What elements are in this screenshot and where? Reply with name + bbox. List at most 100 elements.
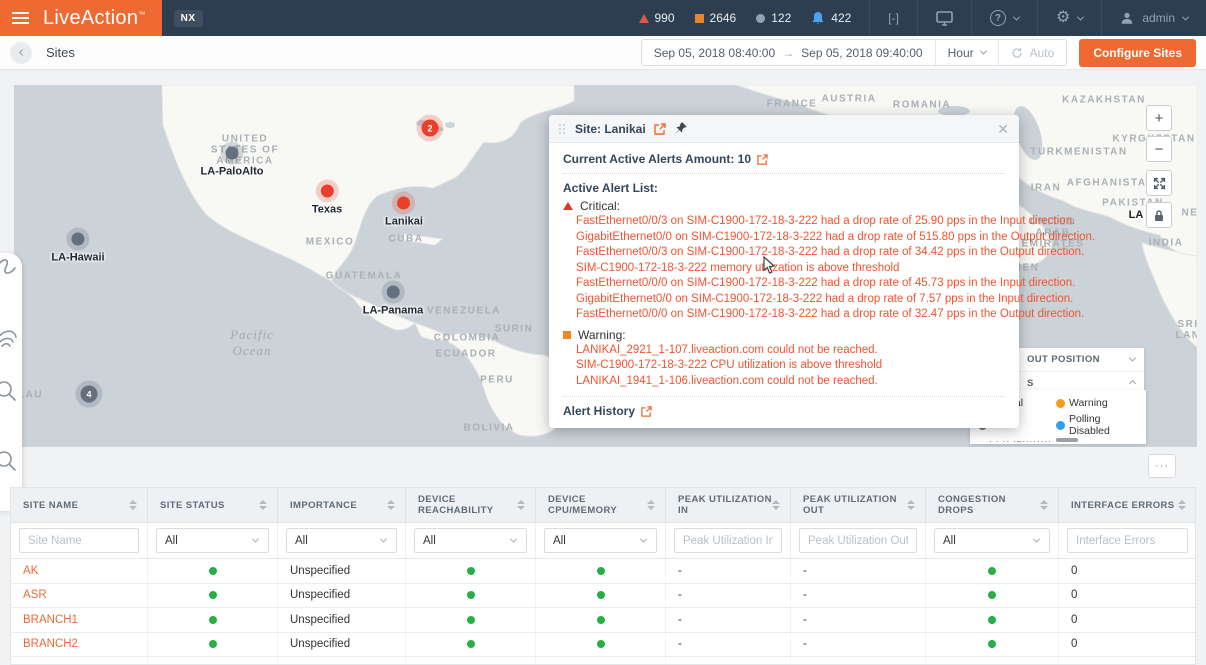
sort-icon[interactable] <box>387 500 395 510</box>
popup-header[interactable]: Site: Lanikai ✕ <box>549 115 1019 143</box>
marker-label: LA-Panama <box>363 305 424 317</box>
sort-icon[interactable] <box>647 500 655 510</box>
site-link[interactable]: BRANCH2 <box>23 638 78 650</box>
site-marker-texas[interactable]: Texas <box>312 185 342 216</box>
alert-stats-group: 990 2646 122 422 <box>621 0 870 36</box>
zoom-out-tool-icon[interactable] <box>0 452 15 470</box>
signal-tool-icon[interactable] <box>0 331 16 346</box>
auto-refresh-toggle[interactable]: Auto <box>998 40 1067 65</box>
hamburger-menu-icon[interactable] <box>10 8 31 28</box>
column-header-peak_utilization_out[interactable]: PEAK UTILIZATION OUT <box>791 488 926 522</box>
configure-sites-button[interactable]: Configure Sites <box>1079 39 1196 67</box>
user-menu[interactable]: admin <box>1101 0 1206 36</box>
table-options-button[interactable]: ··· <box>1148 454 1176 478</box>
alerts-amount-link-icon[interactable] <box>757 154 768 165</box>
lock-button[interactable] <box>1146 202 1172 228</box>
site-marker-la-paloalto[interactable]: LA-PaloAlto <box>201 147 264 178</box>
site-marker-lanikai[interactable]: Lanikai <box>385 197 423 228</box>
interval-select[interactable]: Hour <box>935 40 998 65</box>
cell-peak_utilization_out: - <box>791 584 926 608</box>
column-header-device_cpu_memory[interactable]: DEVICE CPU/MEMORY <box>536 488 666 522</box>
filter-input-interface_errors[interactable] <box>1067 528 1188 553</box>
sort-icon[interactable] <box>772 500 780 510</box>
critical-alert-item[interactable]: FastEthernet0/0/0 on SIM-C1900-172-18-3-… <box>563 307 1005 323</box>
fullscreen-button[interactable] <box>1146 170 1172 196</box>
alert-history-link[interactable]: Alert History <box>563 404 635 418</box>
code-badge-button[interactable]: [-] <box>869 0 917 36</box>
sort-icon[interactable] <box>1178 500 1186 510</box>
stat-info-alerts[interactable]: 122 <box>756 11 791 25</box>
filter-cell-importance: All <box>278 523 406 558</box>
stat-warning-alerts[interactable]: 2646 <box>695 11 737 25</box>
stat-value: 422 <box>831 11 851 25</box>
cell-device_reachability <box>406 657 536 665</box>
table-row: AKUnspecified--0 <box>11 559 1195 584</box>
page-title: Sites <box>46 45 75 60</box>
column-header-peak_utilization_in[interactable]: PEAK UTILIZATION IN <box>666 488 791 522</box>
column-label: PEAK UTILIZATION IN <box>678 494 772 516</box>
cell-site_status <box>148 633 278 657</box>
cell-interface_errors: 0 <box>1059 584 1196 608</box>
site-link[interactable]: ASR <box>23 589 47 601</box>
alert-history-link-icon[interactable] <box>641 406 652 417</box>
critical-alert-item[interactable]: GigabitEthernet0/0 on SIM-C1900-172-18-3… <box>563 292 1005 308</box>
critical-alert-item[interactable]: SIM-C1900-172-18-3-222 memory utilizatio… <box>563 261 1005 277</box>
sort-icon[interactable] <box>259 500 267 510</box>
column-header-site_status[interactable]: SITE STATUS <box>148 488 278 522</box>
zoom-in-button[interactable]: + <box>1146 105 1172 131</box>
column-header-interface_errors[interactable]: INTERFACE ERRORS <box>1059 488 1196 522</box>
zoom-out-button[interactable]: − <box>1146 136 1172 162</box>
close-icon[interactable]: ✕ <box>997 122 1009 136</box>
filter-input-peak_utilization_in[interactable] <box>674 528 782 553</box>
column-header-congestion_drops[interactable]: CONGESTION DROPS <box>926 488 1059 522</box>
column-header-importance[interactable]: IMPORTANCE <box>278 488 406 522</box>
sort-icon[interactable] <box>907 500 915 510</box>
cell-peak_utilization_in: - <box>666 559 791 583</box>
filter-select-device_cpu_memory[interactable]: All <box>544 528 657 553</box>
column-header-device_reachability[interactable]: DEVICE REACHABILITY <box>406 488 536 522</box>
marker-label: Texas <box>312 204 342 216</box>
help-menu[interactable]: ? <box>971 0 1037 36</box>
critical-alert-item[interactable]: FastEthernet0/0/0 on SIM-C1900-172-18-3-… <box>563 276 1005 292</box>
open-site-link-icon[interactable] <box>654 123 666 135</box>
column-header-site_name[interactable]: SITE NAME <box>11 488 148 522</box>
cluster-marker[interactable]: 2 <box>422 120 439 137</box>
warning-alert-item[interactable]: SIM-C1900-172-18-3-222 CPU utilization i… <box>563 358 1005 374</box>
pin-icon[interactable] <box>674 122 687 135</box>
back-button[interactable] <box>10 42 32 64</box>
filter-select-congestion_drops[interactable]: All <box>934 528 1050 553</box>
warning-alert-item[interactable]: LANIKAI_2921_1-107.liveaction.com could … <box>563 343 1005 359</box>
cluster-marker[interactable]: 4 <box>81 386 98 403</box>
sort-icon[interactable] <box>517 500 525 510</box>
critical-alert-item[interactable]: FastEthernet0/0/3 on SIM-C1900-172-18-3-… <box>563 245 1005 261</box>
site-marker-la-hawaii[interactable]: LA-Hawaii <box>51 233 104 264</box>
stat-critical-alerts[interactable]: 990 <box>639 11 675 25</box>
filter-select-device_reachability[interactable]: All <box>414 528 527 553</box>
critical-alert-item[interactable]: FastEthernet0/0/3 on SIM-C1900-172-18-3-… <box>563 214 1005 230</box>
legend-section-layout[interactable]: OUT POSITION <box>1018 348 1144 372</box>
column-label: DEVICE REACHABILITY <box>418 494 517 516</box>
draw-tool-icon[interactable] <box>0 260 15 273</box>
warning-alert-item[interactable]: LANIKAI_1941_1-106.liveaction.com could … <box>563 374 1005 390</box>
drag-handle-icon[interactable] <box>559 124 565 134</box>
filter-select-importance[interactable]: All <box>286 528 397 553</box>
date-range-picker[interactable]: Sep 05, 2018 08:40:00 → Sep 05, 2018 09:… <box>642 40 935 65</box>
critical-alert-item[interactable]: GigabitEthernet0/0 on SIM-C1900-172-18-3… <box>563 230 1005 246</box>
display-button[interactable] <box>917 0 971 36</box>
expand-icon <box>1153 177 1166 190</box>
stat-notifications[interactable]: 422 <box>811 11 851 26</box>
cell-peak_utilization_in: - <box>666 633 791 657</box>
zoom-in-tool-icon[interactable] <box>0 382 15 400</box>
filter-input-peak_utilization_out[interactable] <box>799 528 917 553</box>
map-scrollbar-thumb[interactable] <box>1056 438 1078 442</box>
cell-interface_errors: 0 <box>1059 633 1196 657</box>
filter-select-site_status[interactable]: All <box>156 528 269 553</box>
sort-icon[interactable] <box>1040 500 1048 510</box>
filter-input-site_name[interactable] <box>19 528 139 553</box>
settings-menu[interactable]: ⚙ <box>1037 0 1101 36</box>
site-link[interactable]: BRANCH1 <box>23 614 78 626</box>
site-marker-la-panama[interactable]: LA-Panama <box>363 286 424 317</box>
site-link[interactable]: AK <box>23 565 38 577</box>
square-icon <box>695 14 704 23</box>
sort-icon[interactable] <box>129 500 137 510</box>
